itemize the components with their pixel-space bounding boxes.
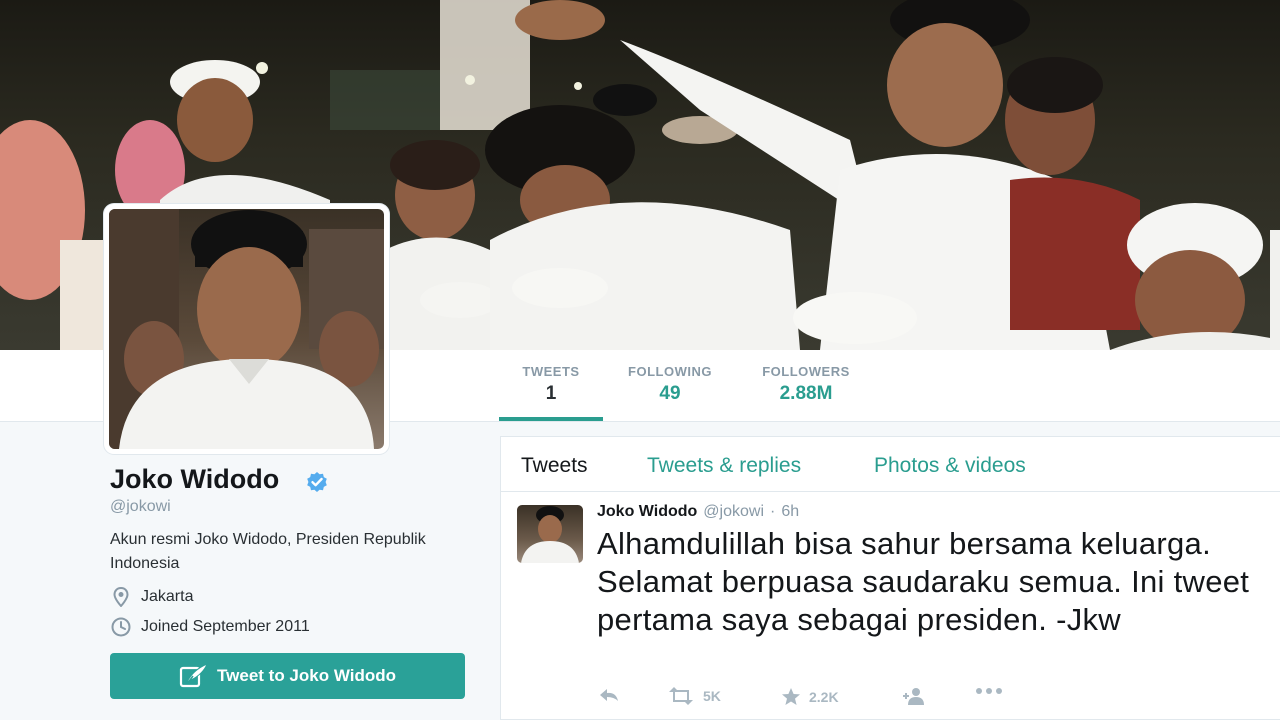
stat-tweets[interactable]: TWEETS 1 bbox=[501, 364, 601, 405]
profile-joined-text: Joined September 2011 bbox=[141, 618, 310, 635]
tweet-timestamp[interactable]: 6h bbox=[781, 503, 799, 521]
clock-icon bbox=[110, 616, 132, 638]
active-tab-indicator bbox=[499, 417, 603, 421]
retweet-count: 5K bbox=[703, 688, 721, 704]
location-pin-icon bbox=[110, 586, 132, 608]
stat-tweets-label: TWEETS bbox=[522, 364, 580, 379]
quill-icon bbox=[179, 663, 208, 688]
avatar-illustration bbox=[109, 209, 384, 449]
tweet-separator: · bbox=[770, 503, 776, 520]
tweet-author-handle[interactable]: @jokowi bbox=[703, 503, 764, 521]
profile-name[interactable]: Joko Widodo bbox=[110, 464, 279, 495]
timeline: Tweets Tweets & replies Photos & videos … bbox=[500, 436, 1280, 720]
tweet-to-button[interactable]: Tweet to Joko Widodo bbox=[110, 653, 465, 699]
stat-following-label: FOLLOWING bbox=[628, 364, 712, 379]
profile-location: Jakarta bbox=[110, 586, 193, 608]
tab-tweets-and-replies[interactable]: Tweets & replies bbox=[647, 454, 801, 478]
reply-button[interactable] bbox=[597, 687, 621, 703]
stat-followers-label: FOLLOWERS bbox=[762, 364, 850, 379]
favorite-button[interactable]: 2.2K bbox=[781, 687, 839, 707]
retweet-button[interactable]: 5K bbox=[667, 687, 721, 705]
follow-icon bbox=[903, 688, 924, 705]
tweet-to-label: Tweet to Joko Widodo bbox=[217, 666, 396, 685]
profile-avatar-photo bbox=[109, 209, 384, 449]
profile-location-text: Jakarta bbox=[141, 588, 194, 605]
tweet-avatar-illustration bbox=[521, 506, 579, 563]
verified-badge-icon bbox=[307, 472, 327, 492]
stat-tweets-value: 1 bbox=[545, 383, 557, 404]
star-icon bbox=[782, 688, 800, 705]
stat-following-value: 49 bbox=[659, 383, 681, 404]
tab-photos-and-videos[interactable]: Photos & videos bbox=[874, 454, 1026, 478]
timeline-tabs: Tweets Tweets & replies Photos & videos bbox=[501, 437, 1280, 492]
profile-joined: Joined September 2011 bbox=[110, 616, 310, 638]
tweet-text: Alhamdulillah bisa sahur bersama keluarg… bbox=[597, 526, 1250, 637]
tweet-author-name[interactable]: Joko Widodo bbox=[597, 503, 697, 521]
tweet-avatar[interactable] bbox=[517, 505, 583, 563]
stat-followers[interactable]: FOLLOWERS 2.88M bbox=[753, 364, 859, 405]
reply-icon bbox=[600, 689, 618, 701]
tab-tweets[interactable]: Tweets bbox=[521, 454, 588, 478]
profile-handle[interactable]: @jokowi bbox=[110, 498, 171, 516]
more-button[interactable] bbox=[975, 687, 1003, 695]
tweet-header: Joko Widodo @jokowi · 6h bbox=[597, 503, 799, 521]
follow-button[interactable] bbox=[901, 687, 927, 705]
more-icon bbox=[976, 688, 1002, 694]
retweet-icon bbox=[669, 687, 693, 705]
profile-bio: Akun resmi Joko Widodo, Presiden Republi… bbox=[110, 531, 426, 572]
profile-avatar[interactable] bbox=[104, 204, 389, 454]
stat-following[interactable]: FOLLOWING 49 bbox=[620, 364, 720, 405]
stat-followers-value: 2.88M bbox=[779, 383, 833, 404]
favorite-count: 2.2K bbox=[809, 689, 839, 705]
